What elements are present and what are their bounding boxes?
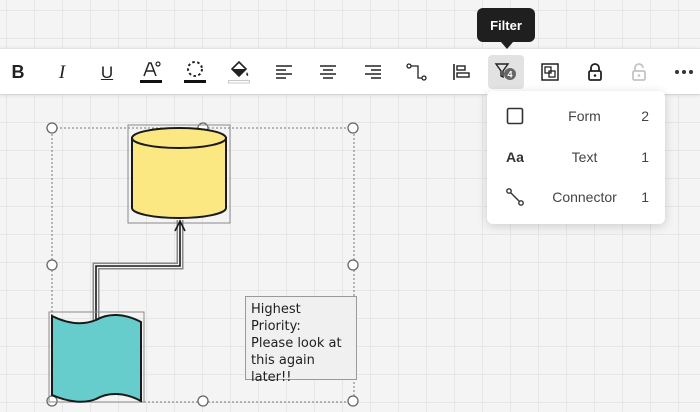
resize-handle-bottom-center[interactable] [197, 395, 209, 407]
note-line: Highest [251, 302, 301, 317]
filter-button[interactable]: 4 [488, 55, 524, 89]
square-icon [505, 106, 525, 126]
resize-handle-middle-right[interactable] [347, 259, 359, 271]
resize-handle-bottom-right[interactable] [347, 395, 359, 407]
resize-handle-top-right[interactable] [347, 122, 359, 134]
connector-line[interactable] [92, 219, 186, 325]
resize-handle-middle-left[interactable] [46, 259, 58, 271]
align-objects-button[interactable] [443, 55, 479, 89]
align-right-button[interactable] [355, 55, 391, 89]
filter-item-label: Form [568, 108, 601, 124]
border-style-button[interactable] [177, 55, 213, 89]
filter-item-label: Connector [552, 189, 617, 205]
more-options-button[interactable] [666, 55, 700, 89]
align-left-icon [276, 65, 292, 79]
note-line: later!! [251, 370, 292, 385]
underline-button[interactable]: U [89, 55, 125, 89]
paint-bucket-icon [228, 60, 250, 84]
font-color-icon [140, 61, 162, 83]
underline-icon: U [100, 62, 114, 82]
connector-style-button[interactable] [399, 55, 435, 89]
filter-dropdown-menu: Form 2 Aa Text 1 Connector 1 [487, 91, 665, 224]
format-toolbar: B I U 4 [0, 48, 700, 94]
lock-icon [588, 63, 602, 81]
database-cylinder-shape[interactable] [127, 124, 231, 224]
note-line: Priority: [251, 319, 301, 334]
filter-tooltip: Filter [477, 8, 535, 49]
filter-badge-count: 4 [507, 69, 512, 79]
fill-color-button[interactable] [221, 55, 257, 89]
dotted-circle-icon [184, 61, 206, 83]
filter-item-connector[interactable]: Connector 1 [487, 177, 665, 217]
align-right-icon [365, 65, 381, 79]
unlock-button[interactable] [621, 55, 657, 89]
italic-icon: I [58, 61, 66, 83]
group-button[interactable] [532, 55, 568, 89]
tooltip-text: Filter [490, 17, 522, 33]
note-line: this again [251, 353, 315, 368]
align-center-button[interactable] [310, 55, 346, 89]
connector-icon [505, 187, 525, 207]
more-horizontal-icon [675, 70, 693, 74]
elbow-connector-icon [406, 63, 427, 81]
align-objects-icon [453, 64, 470, 80]
resize-handle-top-left[interactable] [46, 122, 58, 134]
unlock-icon [632, 63, 646, 81]
note-line: Please look at [251, 336, 342, 351]
filter-item-text[interactable]: Aa Text 1 [487, 137, 665, 177]
bold-icon: B [11, 62, 25, 82]
bold-button[interactable]: B [0, 55, 36, 89]
align-center-icon [320, 65, 336, 79]
priority-note[interactable]: Highest Priority: Please look at this ag… [245, 296, 357, 385]
align-left-button[interactable] [266, 55, 302, 89]
filter-item-label: Text [571, 149, 598, 165]
text-aa-icon: Aa [506, 149, 524, 165]
group-icon [541, 63, 559, 81]
italic-button[interactable]: I [44, 55, 80, 89]
filter-item-count: 2 [641, 108, 649, 124]
banner-shape[interactable] [48, 311, 145, 403]
filter-item-form[interactable]: Form 2 [487, 96, 665, 136]
font-color-button[interactable] [133, 55, 169, 89]
filter-item-count: 1 [641, 189, 649, 205]
filter-icon: 4 [494, 63, 516, 80]
lock-button[interactable] [577, 55, 613, 89]
filter-item-count: 1 [641, 149, 649, 165]
